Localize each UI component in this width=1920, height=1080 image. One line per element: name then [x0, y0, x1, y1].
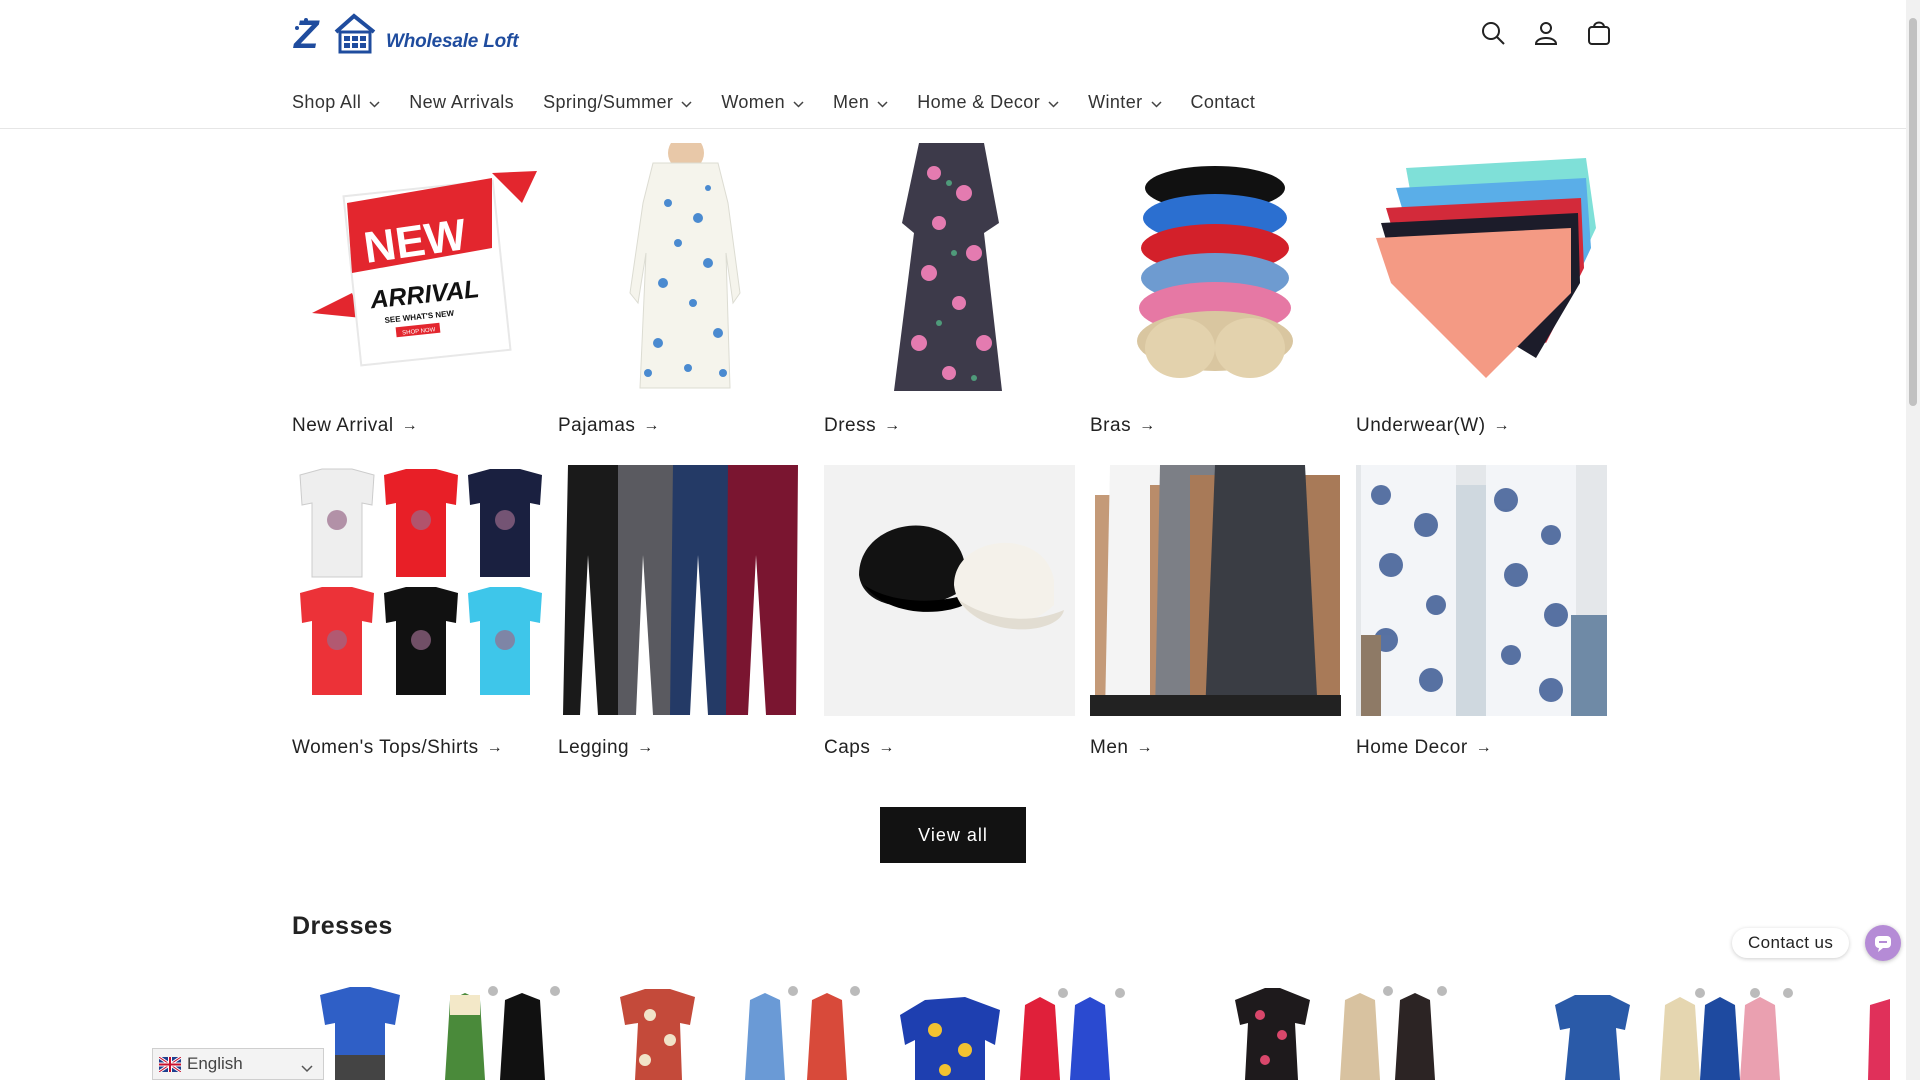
chevron-down-icon — [301, 1058, 313, 1078]
chevron-down-icon — [793, 92, 804, 113]
bras-image — [1090, 143, 1341, 394]
collection-link[interactable]: Legging → — [558, 737, 654, 759]
collection-card-new-arrival[interactable]: NEW ARRIVAL SEE WHAT'S NEW SHOP NOW New … — [292, 143, 543, 465]
collection-link[interactable]: Men → — [1090, 737, 1153, 759]
collection-label: Underwear(W) — [1356, 415, 1486, 436]
product-image[interactable] — [890, 985, 1190, 1080]
language-selector[interactable]: English — [152, 1048, 324, 1080]
language-label: English — [187, 1054, 243, 1073]
collection-card-womens-tops[interactable]: Women's Tops/Shirts → — [292, 465, 543, 787]
nav-label: Men — [833, 92, 870, 112]
chat-icon[interactable] — [1865, 925, 1901, 961]
chevron-down-icon — [1150, 92, 1162, 113]
legging-image — [558, 465, 809, 716]
product-image[interactable] — [290, 985, 590, 1080]
arrow-right-icon: → — [1136, 739, 1153, 756]
arrow-right-icon: → — [643, 417, 660, 434]
collection-card-bras[interactable]: Bras → — [1090, 143, 1341, 465]
logo-icon: Z — [293, 13, 376, 57]
section-title-dresses: Dresses — [292, 912, 393, 940]
arrow-right-icon: → — [884, 417, 901, 434]
page-scrollbar[interactable] — [1906, 0, 1920, 1080]
chevron-down-icon — [369, 92, 380, 113]
collection-link[interactable]: Caps → — [824, 737, 895, 759]
contact-us-label[interactable]: Contact us — [1732, 928, 1850, 958]
nav-shop-all[interactable]: Shop All — [292, 92, 380, 113]
nav-new-arrivals[interactable]: New Arrivals — [409, 92, 514, 113]
collection-card-pajamas[interactable]: Pajamas → — [558, 143, 809, 465]
collection-label: Legging — [558, 737, 630, 758]
search-icon[interactable] — [1478, 18, 1508, 48]
nav-home-decor[interactable]: Home & Decor — [917, 92, 1059, 113]
arrow-right-icon: → — [401, 417, 419, 434]
pajamas-image — [558, 143, 809, 394]
collection-card-dress[interactable]: Dress → — [824, 143, 1075, 465]
account-icon[interactable] — [1531, 18, 1561, 48]
collection-label: Men — [1090, 737, 1129, 758]
collection-label: Bras — [1090, 415, 1132, 436]
nav-label: Home & Decor — [917, 92, 1041, 112]
men-image — [1090, 465, 1341, 716]
arrow-right-icon: → — [1139, 417, 1156, 434]
collection-link[interactable]: Women's Tops/Shirts → — [292, 737, 503, 759]
collection-label: Women's Tops/Shirts — [292, 737, 479, 758]
scrollbar-thumb[interactable] — [1909, 18, 1917, 406]
cart-icon[interactable] — [1584, 18, 1614, 48]
collection-link[interactable]: Home Decor → — [1356, 737, 1492, 759]
collection-link[interactable]: Dress → — [824, 415, 901, 437]
nav-men[interactable]: Men — [833, 92, 888, 113]
nav-label: Winter — [1088, 92, 1143, 112]
product-image[interactable] — [1550, 985, 1890, 1080]
collection-card-underwear[interactable]: Underwear(W) → — [1356, 143, 1607, 465]
nav-label: Spring/Summer — [543, 92, 674, 112]
main-nav: Shop All New Arrivals Spring/Summer Wome… — [292, 92, 1284, 113]
site-logo[interactable]: Z Wholesale Loft — [292, 10, 522, 58]
header-icons — [1478, 18, 1614, 48]
collection-card-caps[interactable]: Caps → — [824, 465, 1075, 787]
nav-label: New Arrivals — [409, 92, 515, 112]
view-all-button[interactable]: View all — [880, 807, 1026, 863]
collection-label: Dress — [824, 415, 877, 436]
home-decor-image — [1356, 465, 1607, 716]
nav-contact[interactable]: Contact — [1191, 92, 1256, 113]
nav-women[interactable]: Women — [721, 92, 804, 113]
nav-label: Shop All — [292, 92, 362, 112]
chevron-down-icon — [681, 92, 692, 113]
logo-text: Wholesale Loft — [386, 31, 519, 52]
collection-card-legging[interactable]: Legging → — [558, 465, 809, 787]
collection-card-home-decor[interactable]: Home Decor → — [1356, 465, 1607, 787]
underwear-image — [1356, 143, 1607, 394]
collection-label: Home Decor — [1356, 737, 1468, 758]
product-image[interactable] — [1220, 985, 1520, 1080]
collection-link[interactable]: Pajamas → — [558, 415, 660, 437]
collection-card-men[interactable]: Men → — [1090, 465, 1341, 787]
site-header: Z Wholesale Loft Shop All New Arrivals S… — [0, 0, 1906, 129]
arrow-right-icon: → — [1475, 739, 1493, 756]
collection-link[interactable]: Underwear(W) → — [1356, 415, 1510, 437]
product-carousel — [290, 985, 1910, 1080]
collection-label: Caps — [824, 737, 871, 758]
collection-link[interactable]: Bras → — [1090, 415, 1156, 437]
arrow-right-icon: → — [878, 739, 895, 756]
nav-winter[interactable]: Winter — [1088, 92, 1162, 113]
collection-label: New Arrival — [292, 415, 394, 436]
collection-label: Pajamas — [558, 415, 636, 436]
collection-grid: NEW ARRIVAL SEE WHAT'S NEW SHOP NOW New … — [292, 143, 1612, 787]
caps-image — [824, 465, 1075, 716]
dress-image — [824, 143, 1075, 394]
collection-link[interactable]: New Arrival → — [292, 415, 418, 437]
nav-label: Contact — [1190, 92, 1256, 112]
new-arrival-image: NEW ARRIVAL SEE WHAT'S NEW SHOP NOW — [292, 143, 543, 394]
arrow-right-icon: → — [486, 739, 504, 756]
chevron-down-icon — [1048, 92, 1059, 113]
chevron-down-icon — [877, 92, 888, 113]
nav-label: Women — [721, 92, 786, 112]
arrow-right-icon: → — [637, 739, 654, 756]
nav-spring-summer[interactable]: Spring/Summer — [543, 92, 692, 113]
product-image[interactable] — [590, 985, 890, 1080]
womens-tops-image — [292, 465, 543, 716]
arrow-right-icon: → — [1493, 417, 1511, 434]
uk-flag-icon — [159, 1056, 181, 1072]
